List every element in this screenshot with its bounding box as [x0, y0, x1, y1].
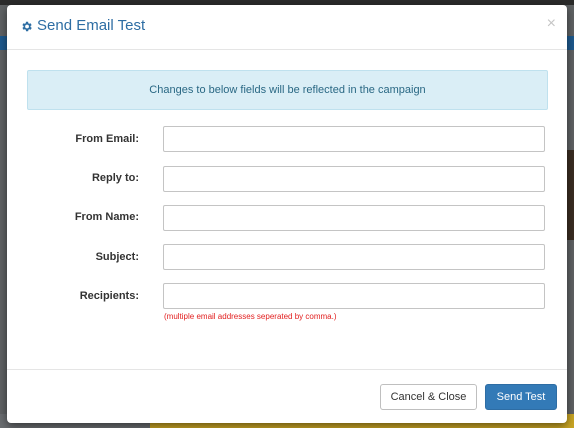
send-email-test-modal: Send Email Test × Changes to below field…	[7, 5, 567, 423]
subject-field[interactable]	[163, 244, 545, 270]
close-icon[interactable]: ×	[547, 16, 556, 32]
reply-to-field[interactable]	[163, 166, 545, 192]
modal-footer: Cancel & Close Send Test	[7, 369, 567, 423]
gear-icon	[20, 20, 33, 33]
modal-header: Send Email Test ×	[7, 5, 567, 50]
from-email-label: From Email:	[75, 133, 139, 145]
recipients-label: Recipients:	[79, 290, 139, 302]
from-name-label: From Name:	[74, 211, 139, 223]
send-test-button[interactable]: Send Test	[485, 384, 557, 410]
recipients-help-text: (multiple email addresses seperated by c…	[164, 312, 337, 321]
modal-title-group: Send Email Test	[20, 17, 145, 35]
from-email-field[interactable]	[163, 126, 545, 152]
subject-label: Subject:	[95, 251, 139, 263]
modal-title: Send Email Test	[37, 17, 146, 34]
from-name-field[interactable]	[163, 205, 545, 231]
info-alert: Changes to below fields will be reflecte…	[27, 70, 548, 110]
recipients-field[interactable]	[163, 283, 545, 309]
reply-to-label: Reply to:	[91, 172, 139, 184]
cancel-close-button[interactable]: Cancel & Close	[380, 384, 477, 410]
